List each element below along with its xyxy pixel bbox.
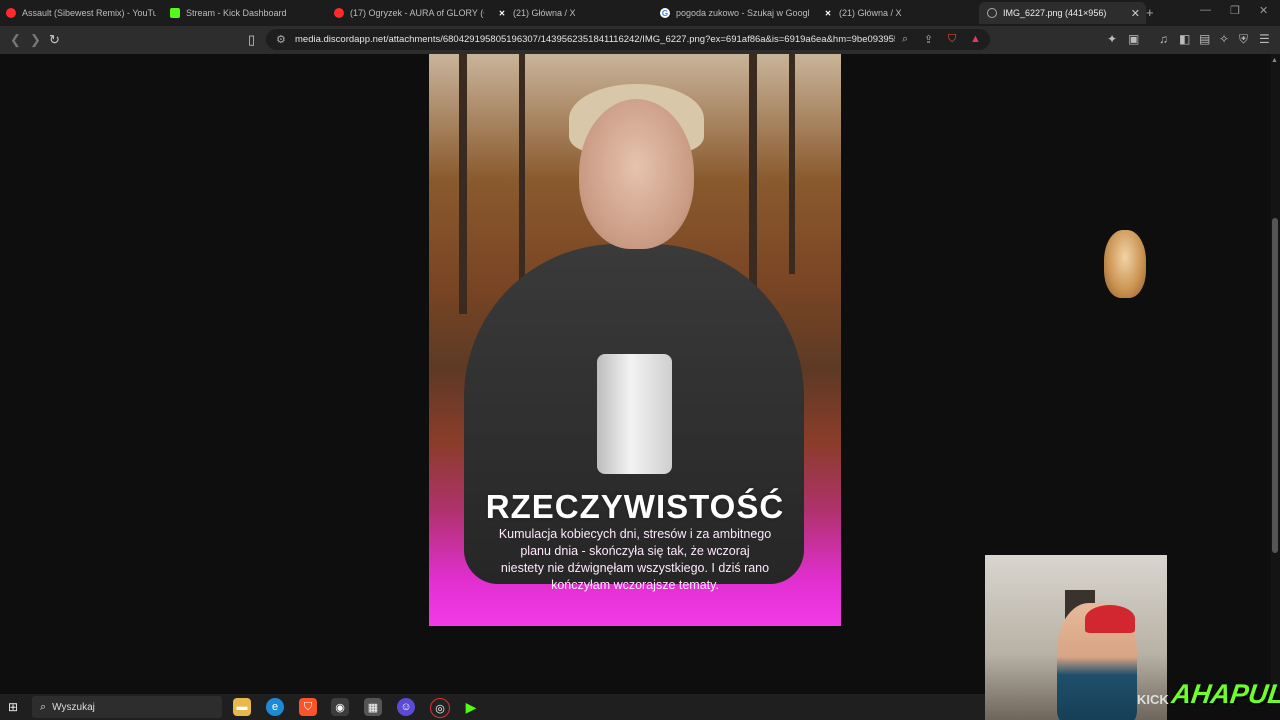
screenshot-icon[interactable]: ▣ — [1128, 32, 1139, 46]
chrome-icon[interactable]: ◉ — [331, 698, 349, 716]
brave-icon[interactable]: ⛉ — [299, 698, 317, 716]
tab-kick-dashboard[interactable]: Stream - Kick Dashboard — [170, 2, 320, 24]
scrollbar-thumb[interactable] — [1272, 218, 1278, 553]
google-icon: G — [660, 8, 670, 18]
site-info-icon[interactable]: ⚙ — [276, 33, 286, 46]
windows-start-icon[interactable]: ⊞ — [8, 700, 22, 714]
caption-line: kończyłam wczorajsze tematy. — [551, 578, 719, 592]
tree-trunk — [459, 54, 467, 314]
back-button[interactable]: ❮ — [10, 32, 21, 48]
file-explorer-icon[interactable]: ▬ — [233, 698, 251, 716]
youtube-icon — [334, 8, 344, 18]
kick-app-icon[interactable]: ▶ — [462, 698, 480, 716]
person-face — [579, 99, 694, 249]
x-icon: ✕ — [824, 8, 832, 18]
tab-youtube-ogryzek[interactable]: (17) Ogryzek - AURA of GLORY (Offi — [334, 2, 484, 24]
minimize-button[interactable]: — — [1200, 4, 1211, 16]
obs-icon[interactable]: ◎ — [430, 698, 450, 718]
tab-title: (21) Główna / X — [513, 8, 576, 18]
sidebar-icon[interactable]: ◧ — [1179, 32, 1190, 46]
forward-button[interactable]: ❯ — [30, 32, 41, 48]
tab-x-home-2[interactable]: ✕ (21) Główna / X — [823, 2, 973, 24]
kick-watermark: KICK — [1137, 692, 1169, 707]
taskbar: ⊞ ⌕ Wyszukaj ▬ e ⛉ ◉ ▦ ☺ ◎ ▶ — [0, 694, 985, 720]
tab-title: (17) Ogryzek - AURA of GLORY (Offi — [350, 8, 484, 18]
tree-trunk — [749, 54, 757, 304]
discord-icon[interactable]: ☺ — [397, 698, 415, 716]
caption-line: Kumulacja kobiecych dni, stresów i za am… — [498, 527, 772, 541]
youtube-icon — [6, 8, 16, 18]
leo-icon[interactable]: ✧ — [1219, 32, 1229, 46]
url-text[interactable]: media.discordapp.net/attachments/6804291… — [295, 34, 895, 45]
extensions-icon[interactable]: ✦ — [1107, 32, 1117, 46]
tree-trunk — [519, 54, 525, 284]
media-icon[interactable]: ♫ — [1159, 32, 1168, 46]
reload-button[interactable]: ↻ — [49, 32, 60, 48]
displayed-image[interactable]: RZECZYWISTOŚĆ Kumulacja kobiecych dni, s… — [429, 54, 841, 626]
menu-icon[interactable]: ☰ — [1259, 32, 1270, 46]
caption-line: niestety nie dźwignęłam wszystkiego. I d… — [500, 561, 770, 575]
channel-watermark: AHAPULCO — [1169, 679, 1280, 709]
tab-title: (21) Główna / X — [839, 8, 902, 18]
tree-trunk — [789, 54, 795, 274]
tab-title: Assault (Sibewest Remix) - YouTu — [22, 8, 156, 18]
navigation-bar: ❮ ❯ ↻ ▯ ⚙ media.discordapp.net/attachmen… — [0, 26, 1280, 54]
scroll-up-arrow[interactable]: ▲ — [1271, 57, 1278, 64]
tab-title: Stream - Kick Dashboard — [186, 8, 287, 18]
globe-icon — [987, 8, 997, 18]
kick-icon — [170, 8, 180, 18]
tab-google-search[interactable]: G pogoda zukowo - Szukaj w Google — [660, 2, 810, 24]
zoom-icon[interactable]: ⌕ — [902, 33, 908, 46]
image-title: RZECZYWISTOŚĆ — [485, 488, 785, 525]
search-icon: ⌕ — [40, 700, 47, 713]
tab-x-home-1[interactable]: ✕ (21) Główna / X — [497, 2, 647, 24]
tab-youtube-assault[interactable]: Assault (Sibewest Remix) - YouTu — [6, 2, 156, 24]
tab-strip: Assault (Sibewest Remix) - YouTu Stream … — [0, 0, 1280, 26]
app-icon[interactable]: ▦ — [364, 698, 382, 716]
address-bar[interactable]: ⚙ media.discordapp.net/attachments/68042… — [266, 29, 990, 50]
taskbar-search[interactable]: ⌕ Wyszukaj — [32, 696, 222, 718]
vpn-icon[interactable]: ⛨ — [1239, 32, 1248, 47]
close-tab-icon[interactable]: ✕ — [1131, 7, 1140, 20]
close-window-button[interactable]: ✕ — [1259, 4, 1268, 17]
brave-shield-icon[interactable]: ⛉ — [948, 33, 956, 46]
image-caption: Kumulacja kobiecych dni, stresów i za am… — [469, 526, 801, 594]
search-placeholder: Wyszukaj — [52, 701, 95, 713]
tab-title: IMG_6227.png (441×956) — [1003, 8, 1107, 18]
wallet-icon[interactable]: ▤ — [1199, 32, 1210, 46]
share-icon[interactable]: ⇪ — [924, 33, 933, 46]
tab-image-active[interactable]: IMG_6227.png (441×956) ✕ — [979, 2, 1146, 24]
coffee-cup — [597, 354, 672, 474]
x-icon: ✕ — [498, 8, 506, 18]
brave-rewards-icon[interactable]: ▲ — [970, 33, 981, 45]
maximize-button[interactable]: ❐ — [1230, 4, 1240, 17]
streamer-cap — [1085, 605, 1135, 633]
tab-title: pogoda zukowo - Szukaj w Google — [676, 8, 810, 18]
edge-icon[interactable]: e — [266, 698, 284, 716]
hamster-sticker — [1104, 230, 1146, 298]
caption-line: planu dnia - skończyła się tak, że wczor… — [520, 544, 750, 558]
new-tab-button[interactable]: + — [1146, 5, 1154, 20]
bookmark-icon[interactable]: ▯ — [248, 32, 255, 48]
